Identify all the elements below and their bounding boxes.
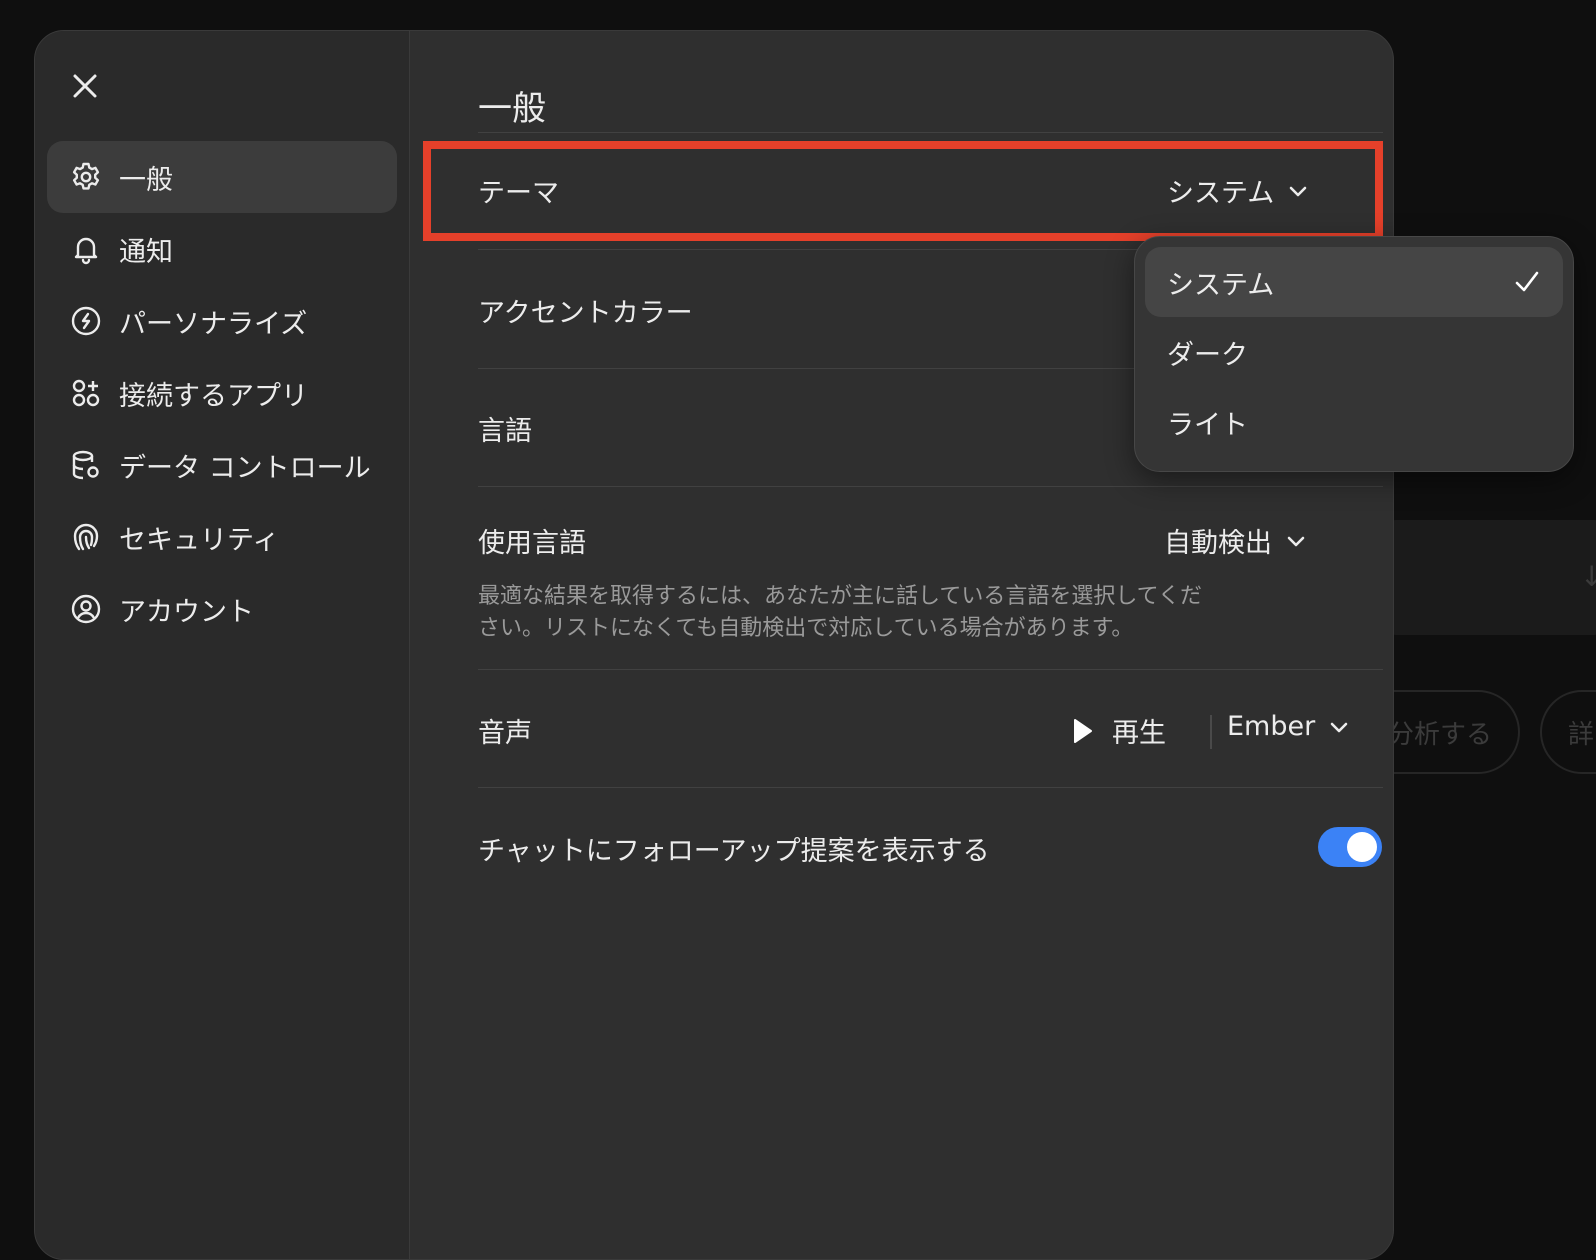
sidebar-item-label: アカウント (119, 596, 254, 628)
play-icon (1072, 717, 1094, 745)
theme-option-light[interactable]: ライト (1145, 387, 1563, 457)
sidebar-item-label: パーソナライズ (119, 308, 308, 340)
background-arrow-icon: ↓ (1580, 560, 1596, 593)
background-panel (1380, 520, 1596, 635)
spoken-language-value: 自動検出 (1164, 528, 1272, 559)
sidebar-item-data-controls[interactable]: データ コントロール (47, 429, 397, 501)
fingerprint-icon (69, 520, 103, 554)
theme-dropdown-menu: システム ダーク ライト (1134, 236, 1574, 472)
settings-sidebar: 一般 通知 パーソナライズ 接続するアプリ データ コントロール セキュリティ … (35, 31, 410, 1259)
page-title: 一般 (478, 89, 546, 129)
description-line: 最適な結果を取得するには、あなたが主に話している言語を選択してくだ (478, 584, 1203, 609)
followup-label: チャットにフォローアップ提案を表示する (478, 836, 990, 867)
close-button[interactable] (65, 66, 105, 106)
settings-nav: 一般 通知 パーソナライズ 接続するアプリ データ コントロール セキュリティ … (47, 141, 397, 645)
theme-option-label: ダーク (1167, 339, 1248, 371)
sidebar-item-security[interactable]: セキュリティ (47, 501, 397, 573)
voice-select[interactable]: Ember (1227, 711, 1351, 742)
toggle-knob (1347, 832, 1377, 862)
chevron-down-icon (1327, 715, 1351, 739)
gear-icon (69, 160, 103, 194)
vertical-divider (1210, 715, 1212, 749)
divider (478, 132, 1383, 133)
sidebar-item-notifications[interactable]: 通知 (47, 213, 397, 285)
settings-content: 一般 テーマ システム アクセントカラー 言語 使用言語 自動検出 最適な結果を… (444, 31, 1393, 1259)
accent-color-label: アクセントカラー (478, 298, 693, 329)
sidebar-item-account[interactable]: アカウント (47, 573, 397, 645)
database-gear-icon (69, 448, 103, 482)
followup-toggle[interactable] (1318, 827, 1382, 867)
spoken-language-label: 使用言語 (478, 528, 586, 559)
voice-play-label: 再生 (1112, 718, 1166, 749)
divider (478, 486, 1383, 487)
bell-icon (69, 232, 103, 266)
theme-label: テーマ (478, 178, 559, 209)
voice-play-button[interactable]: 再生 (1072, 711, 1166, 750)
divider (478, 669, 1383, 670)
check-icon (1513, 268, 1541, 296)
theme-option-system[interactable]: システム (1145, 247, 1563, 317)
language-label: 言語 (478, 416, 532, 447)
close-icon (73, 74, 97, 98)
sidebar-item-general[interactable]: 一般 (47, 141, 397, 213)
sidebar-item-label: 接続するアプリ (119, 380, 308, 412)
sidebar-item-label: データ コントロール (119, 452, 371, 484)
theme-select[interactable]: システム (1167, 171, 1310, 210)
apps-grid-icon (69, 376, 103, 410)
spoken-language-select[interactable]: 自動検出 (1164, 521, 1308, 560)
sidebar-item-label: セキュリティ (119, 524, 280, 556)
description-line: さい。リストになくても自動検出で対応している場合があります。 (478, 616, 1134, 641)
background-pill-details: 詳 (1540, 690, 1596, 774)
sidebar-item-connected-apps[interactable]: 接続するアプリ (47, 357, 397, 429)
user-circle-icon (69, 592, 103, 626)
clock-circle-icon (69, 304, 103, 338)
divider (478, 787, 1383, 788)
settings-modal: 一般 通知 パーソナライズ 接続するアプリ データ コントロール セキュリティ … (34, 30, 1394, 1260)
sidebar-item-label: 通知 (119, 236, 173, 268)
theme-select-value: システム (1167, 178, 1275, 209)
voice-label: 音声 (478, 718, 532, 749)
spoken-language-description: 最適な結果を取得するには、あなたが主に話している言語を選択してくだ さい。リスト… (478, 581, 1278, 645)
voice-select-value: Ember (1227, 711, 1316, 742)
theme-option-label: システム (1167, 269, 1275, 301)
sidebar-item-label: 一般 (119, 164, 173, 196)
sidebar-item-personalize[interactable]: パーソナライズ (47, 285, 397, 357)
chevron-down-icon (1284, 529, 1308, 553)
theme-option-label: ライト (1167, 409, 1248, 441)
theme-option-dark[interactable]: ダーク (1145, 317, 1563, 387)
background-pill-label: 詳 (1568, 719, 1595, 750)
background-pill-label: 分析する (1387, 719, 1492, 750)
chevron-down-icon (1286, 179, 1310, 203)
